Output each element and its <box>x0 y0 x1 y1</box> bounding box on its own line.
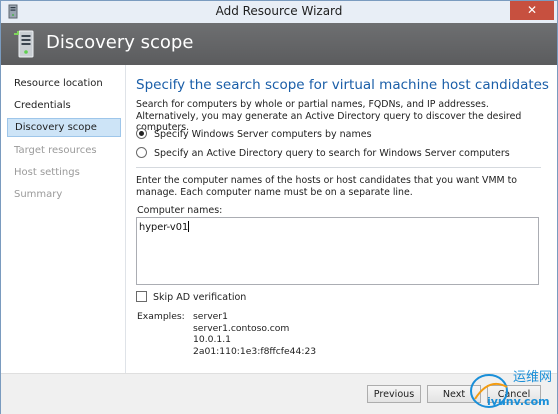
title-bar[interactable]: Add Resource Wizard ✕ <box>1 1 557 24</box>
skip-ad-checkbox[interactable] <box>136 291 147 302</box>
previous-button[interactable]: Previous <box>367 385 421 403</box>
sidebar-item-target-resources: Target resources <box>14 145 97 156</box>
wizard-steps-sidebar: Resource location Credentials Discovery … <box>1 65 126 373</box>
example-item: server1 <box>193 311 228 322</box>
text-caret <box>188 221 190 232</box>
example-item: server1.contoso.com <box>193 322 290 334</box>
wizard-window: Add Resource Wizard ✕ Discovery scope Re… <box>0 0 558 414</box>
computer-names-label: Computer names: <box>137 205 223 216</box>
sidebar-item-discovery-scope[interactable]: Discovery scope <box>7 118 121 137</box>
sidebar-item-credentials[interactable]: Credentials <box>7 96 121 115</box>
main-content: Specify the search scope for virtual mac… <box>126 65 557 373</box>
examples-list: server1 server1.contoso.com 10.0.1.1 2a0… <box>193 311 316 357</box>
watermark-line2: iyunv.com <box>487 395 550 408</box>
radio-button-checked[interactable] <box>136 128 147 139</box>
section-divider <box>136 167 541 168</box>
computer-names-instructions: Enter the computer names of the hosts or… <box>136 175 518 198</box>
example-item: 10.0.1.1 <box>193 334 231 346</box>
radio-ad-query[interactable]: Specify an Active Directory query to sea… <box>136 147 510 159</box>
radio-by-names-label: Specify Windows Server computers by name… <box>154 129 372 140</box>
skip-ad-verification[interactable]: Skip AD verification <box>136 291 246 303</box>
section-heading: Specify the search scope for virtual mac… <box>136 77 549 93</box>
computer-names-textarea[interactable]: hyper-v01 <box>136 217 539 285</box>
page-header: Discovery scope <box>1 23 557 65</box>
sidebar-item-summary: Summary <box>14 189 63 200</box>
radio-ad-query-label: Specify an Active Directory query to sea… <box>154 148 510 159</box>
watermark-line1: 运维网 <box>513 370 551 385</box>
example-item: 2a01:110:1e3:f8ffcfe44:23 <box>193 345 317 357</box>
skip-ad-label: Skip AD verification <box>153 292 247 303</box>
sidebar-item-resource-location[interactable]: Resource location <box>7 74 121 93</box>
computer-names-value: hyper-v01 <box>139 222 189 233</box>
window-title: Add Resource Wizard <box>215 4 343 18</box>
site-watermark-logo: 运维网 iyunv.com <box>470 370 551 408</box>
sidebar-item-host-settings: Host settings <box>14 167 80 178</box>
server-icon <box>14 30 34 58</box>
examples-label: Examples: <box>137 311 185 322</box>
radio-button-unchecked[interactable] <box>136 147 147 158</box>
page-title: Discovery scope <box>46 32 194 53</box>
close-button[interactable]: ✕ <box>510 1 554 20</box>
radio-by-names[interactable]: Specify Windows Server computers by name… <box>136 128 372 140</box>
